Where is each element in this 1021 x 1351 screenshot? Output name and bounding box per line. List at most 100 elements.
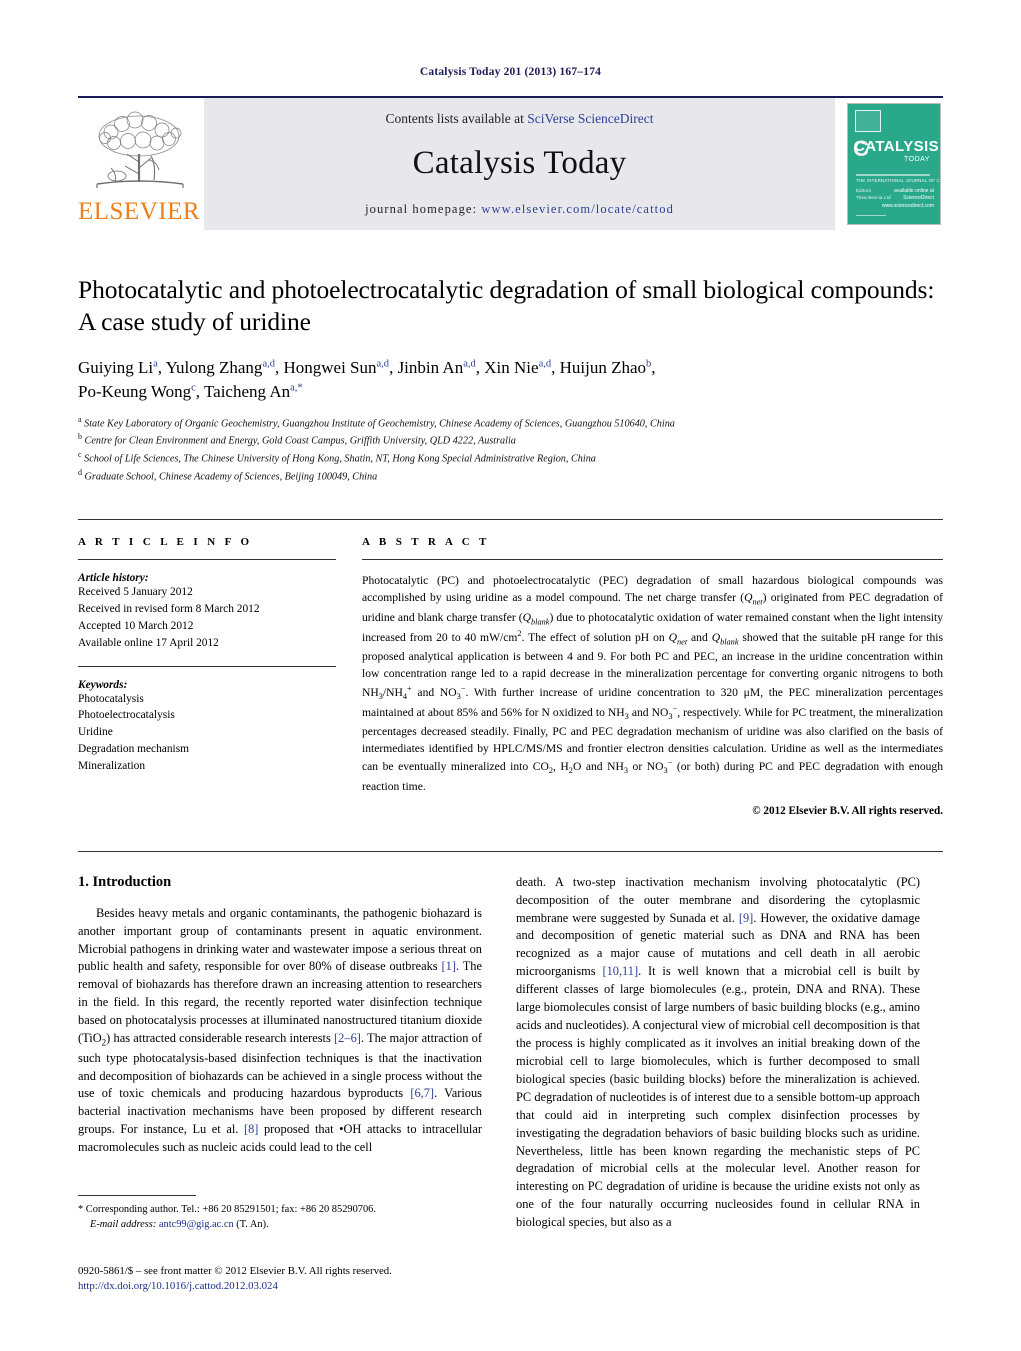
history-revised: Received in revised form 8 March 2012 bbox=[78, 602, 260, 615]
affiliation-text: Graduate School, Chinese Academy of Scie… bbox=[84, 471, 378, 483]
elsevier-wordmark: ELSEVIER bbox=[77, 198, 201, 225]
article-history-label: Article history: bbox=[78, 572, 149, 585]
contents-prefix: Contents lists available at bbox=[385, 111, 528, 126]
affiliation-item: b Centre for Clean Environment and Energ… bbox=[78, 431, 943, 449]
paper-page: Catalysis Today 201 (2013) 167–174 ELSEV… bbox=[0, 0, 1021, 1351]
author[interactable]: Guiying Lia bbox=[78, 358, 158, 377]
affiliation-item: a State Key Laboratory of Organic Geoche… bbox=[78, 414, 943, 432]
cover-line2: Editors bbox=[856, 188, 872, 193]
intro-paragraph-continued: death. A two-step inactivation mechanism… bbox=[516, 874, 920, 1230]
issn-line: 0920-5861/$ – see front matter © 2012 El… bbox=[78, 1264, 392, 1277]
author[interactable]: Xin Niea,d bbox=[484, 358, 551, 377]
footnote-email-line: E-mail address: antc99@gig.ac.cn (T. An)… bbox=[78, 1217, 482, 1232]
running-head: Catalysis Today 201 (2013) 167–174 bbox=[419, 66, 602, 78]
cover-elsevier-logo-icon bbox=[855, 110, 881, 132]
keywords-rule bbox=[78, 665, 336, 667]
body-column-right: death. A two-step inactivation mechanism… bbox=[516, 874, 920, 1232]
elsevier-tree-icon bbox=[96, 111, 184, 188]
article-info-rule bbox=[78, 559, 336, 561]
journal-title: Catalysis Today bbox=[412, 145, 627, 181]
footnote-rule bbox=[78, 1194, 196, 1196]
cover-footer-rule bbox=[856, 215, 886, 216]
affiliation-text: State Key Laboratory of Organic Geochemi… bbox=[84, 417, 675, 429]
affiliation-list: a State Key Laboratory of Organic Geoche… bbox=[78, 414, 943, 486]
citation-ref[interactable]: [1] bbox=[442, 959, 456, 973]
affiliation-mark: b bbox=[78, 432, 82, 442]
section-heading-introduction: 1. Introduction bbox=[78, 873, 172, 890]
author[interactable]: Po-Keung Wongc bbox=[78, 382, 196, 401]
article-history-group: Article history: Received 5 January 2012… bbox=[78, 572, 336, 652]
cover-brand: CATALYSIS bbox=[854, 138, 940, 155]
keyword-item: Degradation mechanism bbox=[78, 743, 190, 756]
abstract-rule bbox=[362, 559, 943, 561]
citation-ref[interactable]: [9] bbox=[739, 911, 753, 925]
journal-cover-thumbnail[interactable]: C CATALYSIS TODAY THE INTERNATIONAL JOUR… bbox=[847, 103, 941, 225]
elsevier-logo: ELSEVIER bbox=[78, 98, 200, 230]
history-received: Received 5 January 2012 bbox=[78, 586, 193, 599]
intro-paragraph-1: Besides heavy metals and organic contami… bbox=[78, 905, 483, 1155]
article-info-heading: A R T I C L E I N F O bbox=[78, 536, 253, 549]
masthead-center: Contents lists available at SciVerse Sci… bbox=[204, 98, 835, 230]
author-affil-mark: a,d bbox=[538, 358, 552, 370]
email-label: E-mail address: bbox=[90, 1218, 157, 1230]
author-affil-mark: a,d bbox=[376, 358, 390, 370]
article-title: Photocatalytic and photoelectrocatalytic… bbox=[78, 275, 935, 337]
contents-available-line: Contents lists available at SciVerse Sci… bbox=[385, 111, 653, 127]
citation-ref[interactable]: [10,11] bbox=[602, 964, 638, 978]
footnote-corresponding: * Corresponding author. Tel.: +86 20 852… bbox=[78, 1203, 376, 1215]
info-abstract-block: A R T I C L E I N F O Article history: R… bbox=[78, 519, 943, 817]
body-columns: 1. Introduction Besides heavy metals and… bbox=[78, 850, 943, 1232]
citation-ref[interactable]: [8] bbox=[244, 1122, 258, 1136]
journal-cover-wrap: C CATALYSIS TODAY THE INTERNATIONAL JOUR… bbox=[845, 98, 943, 230]
cover-badge: available online at ScienceDirect www.scie… bbox=[882, 187, 934, 209]
affiliation-text: School of Life Sciences, The Chinese Uni… bbox=[84, 453, 596, 465]
author[interactable]: Taicheng Ana,* bbox=[204, 382, 303, 401]
article-info-column: A R T I C L E I N F O Article history: R… bbox=[78, 536, 362, 817]
keyword-item: Photocatalysis bbox=[78, 692, 144, 705]
author[interactable]: Jinbin Ana,d bbox=[398, 358, 476, 377]
affiliation-mark: d bbox=[78, 468, 82, 478]
doi-link[interactable]: http://dx.doi.org/10.1016/j.cattod.2012.… bbox=[78, 1279, 508, 1295]
abstract-heading: A B S T R A C T bbox=[362, 536, 490, 549]
author[interactable]: Hongwei Suna,d bbox=[283, 358, 389, 377]
author-affil-mark: a bbox=[153, 358, 158, 370]
author-affil-mark: b bbox=[646, 358, 652, 370]
keyword-item: Mineralization bbox=[78, 760, 146, 773]
cover-subtitle: TODAY bbox=[904, 156, 930, 163]
title-block: Photocatalytic and photoelectrocatalytic… bbox=[78, 274, 943, 485]
homepage-prefix: journal homepage: bbox=[365, 202, 482, 216]
author-list: Guiying Lia, Yulong Zhanga,d, Hongwei Su… bbox=[78, 358, 656, 402]
keyword-item: Photoelectrocatalysis bbox=[78, 709, 175, 722]
history-online: Available online 17 April 2012 bbox=[78, 636, 219, 649]
sciencedirect-link[interactable]: SciVerse ScienceDirect bbox=[527, 111, 653, 126]
affiliation-mark: c bbox=[78, 450, 82, 460]
history-accepted: Accepted 10 March 2012 bbox=[78, 619, 194, 632]
journal-masthead: ELSEVIER Contents lists available at Sci… bbox=[78, 96, 943, 230]
cover-rule bbox=[856, 174, 930, 176]
page-footer: 0920-5861/$ – see front matter © 2012 El… bbox=[78, 1264, 508, 1295]
citation-ref[interactable]: [2–6] bbox=[334, 1031, 361, 1045]
keywords-label: Keywords: bbox=[78, 678, 128, 691]
affiliation-mark: a bbox=[78, 414, 82, 424]
journal-homepage-line: journal homepage: www.elsevier.com/locat… bbox=[365, 202, 674, 217]
abstract-text: Photocatalytic (PC) and photoelectrocata… bbox=[362, 574, 944, 793]
body-column-left: 1. Introduction Besides heavy metals and… bbox=[78, 874, 482, 1232]
author-affil-mark: a,d bbox=[463, 358, 476, 370]
author[interactable]: Huijun Zhaob bbox=[560, 358, 652, 377]
citation-ref[interactable]: [6,7] bbox=[410, 1086, 434, 1100]
homepage-url-link[interactable]: www.elsevier.com/locate/cattod bbox=[481, 202, 674, 216]
author-affil-mark: a,* bbox=[290, 382, 303, 394]
author[interactable]: Yulong Zhanga,d bbox=[166, 358, 275, 377]
abstract-copyright: © 2012 Elsevier B.V. All rights reserved… bbox=[752, 804, 943, 817]
abstract-column: A B S T R A C T Photocatalytic (PC) and … bbox=[362, 536, 943, 817]
affiliation-item: c School of Life Sciences, The Chinese U… bbox=[78, 449, 943, 467]
email-link[interactable]: antc99@gig.ac.cn bbox=[159, 1219, 234, 1230]
cover-line1: THE INTERNATIONAL JOURNAL OF CATALYSIS R… bbox=[856, 178, 940, 183]
corresponding-author-footnote: * Corresponding author. Tel.: +86 20 852… bbox=[78, 1194, 482, 1232]
keyword-item: Uridine bbox=[78, 726, 113, 739]
author-affil-mark: c bbox=[191, 382, 196, 394]
keywords-group: Keywords: Photocatalysis Photoelectrocat… bbox=[78, 679, 336, 775]
affiliation-item: d Graduate School, Chinese Academy of Sc… bbox=[78, 467, 943, 485]
author-affil-mark: a,d bbox=[262, 358, 275, 370]
affiliation-text: Centre for Clean Environment and Energy,… bbox=[84, 435, 516, 447]
